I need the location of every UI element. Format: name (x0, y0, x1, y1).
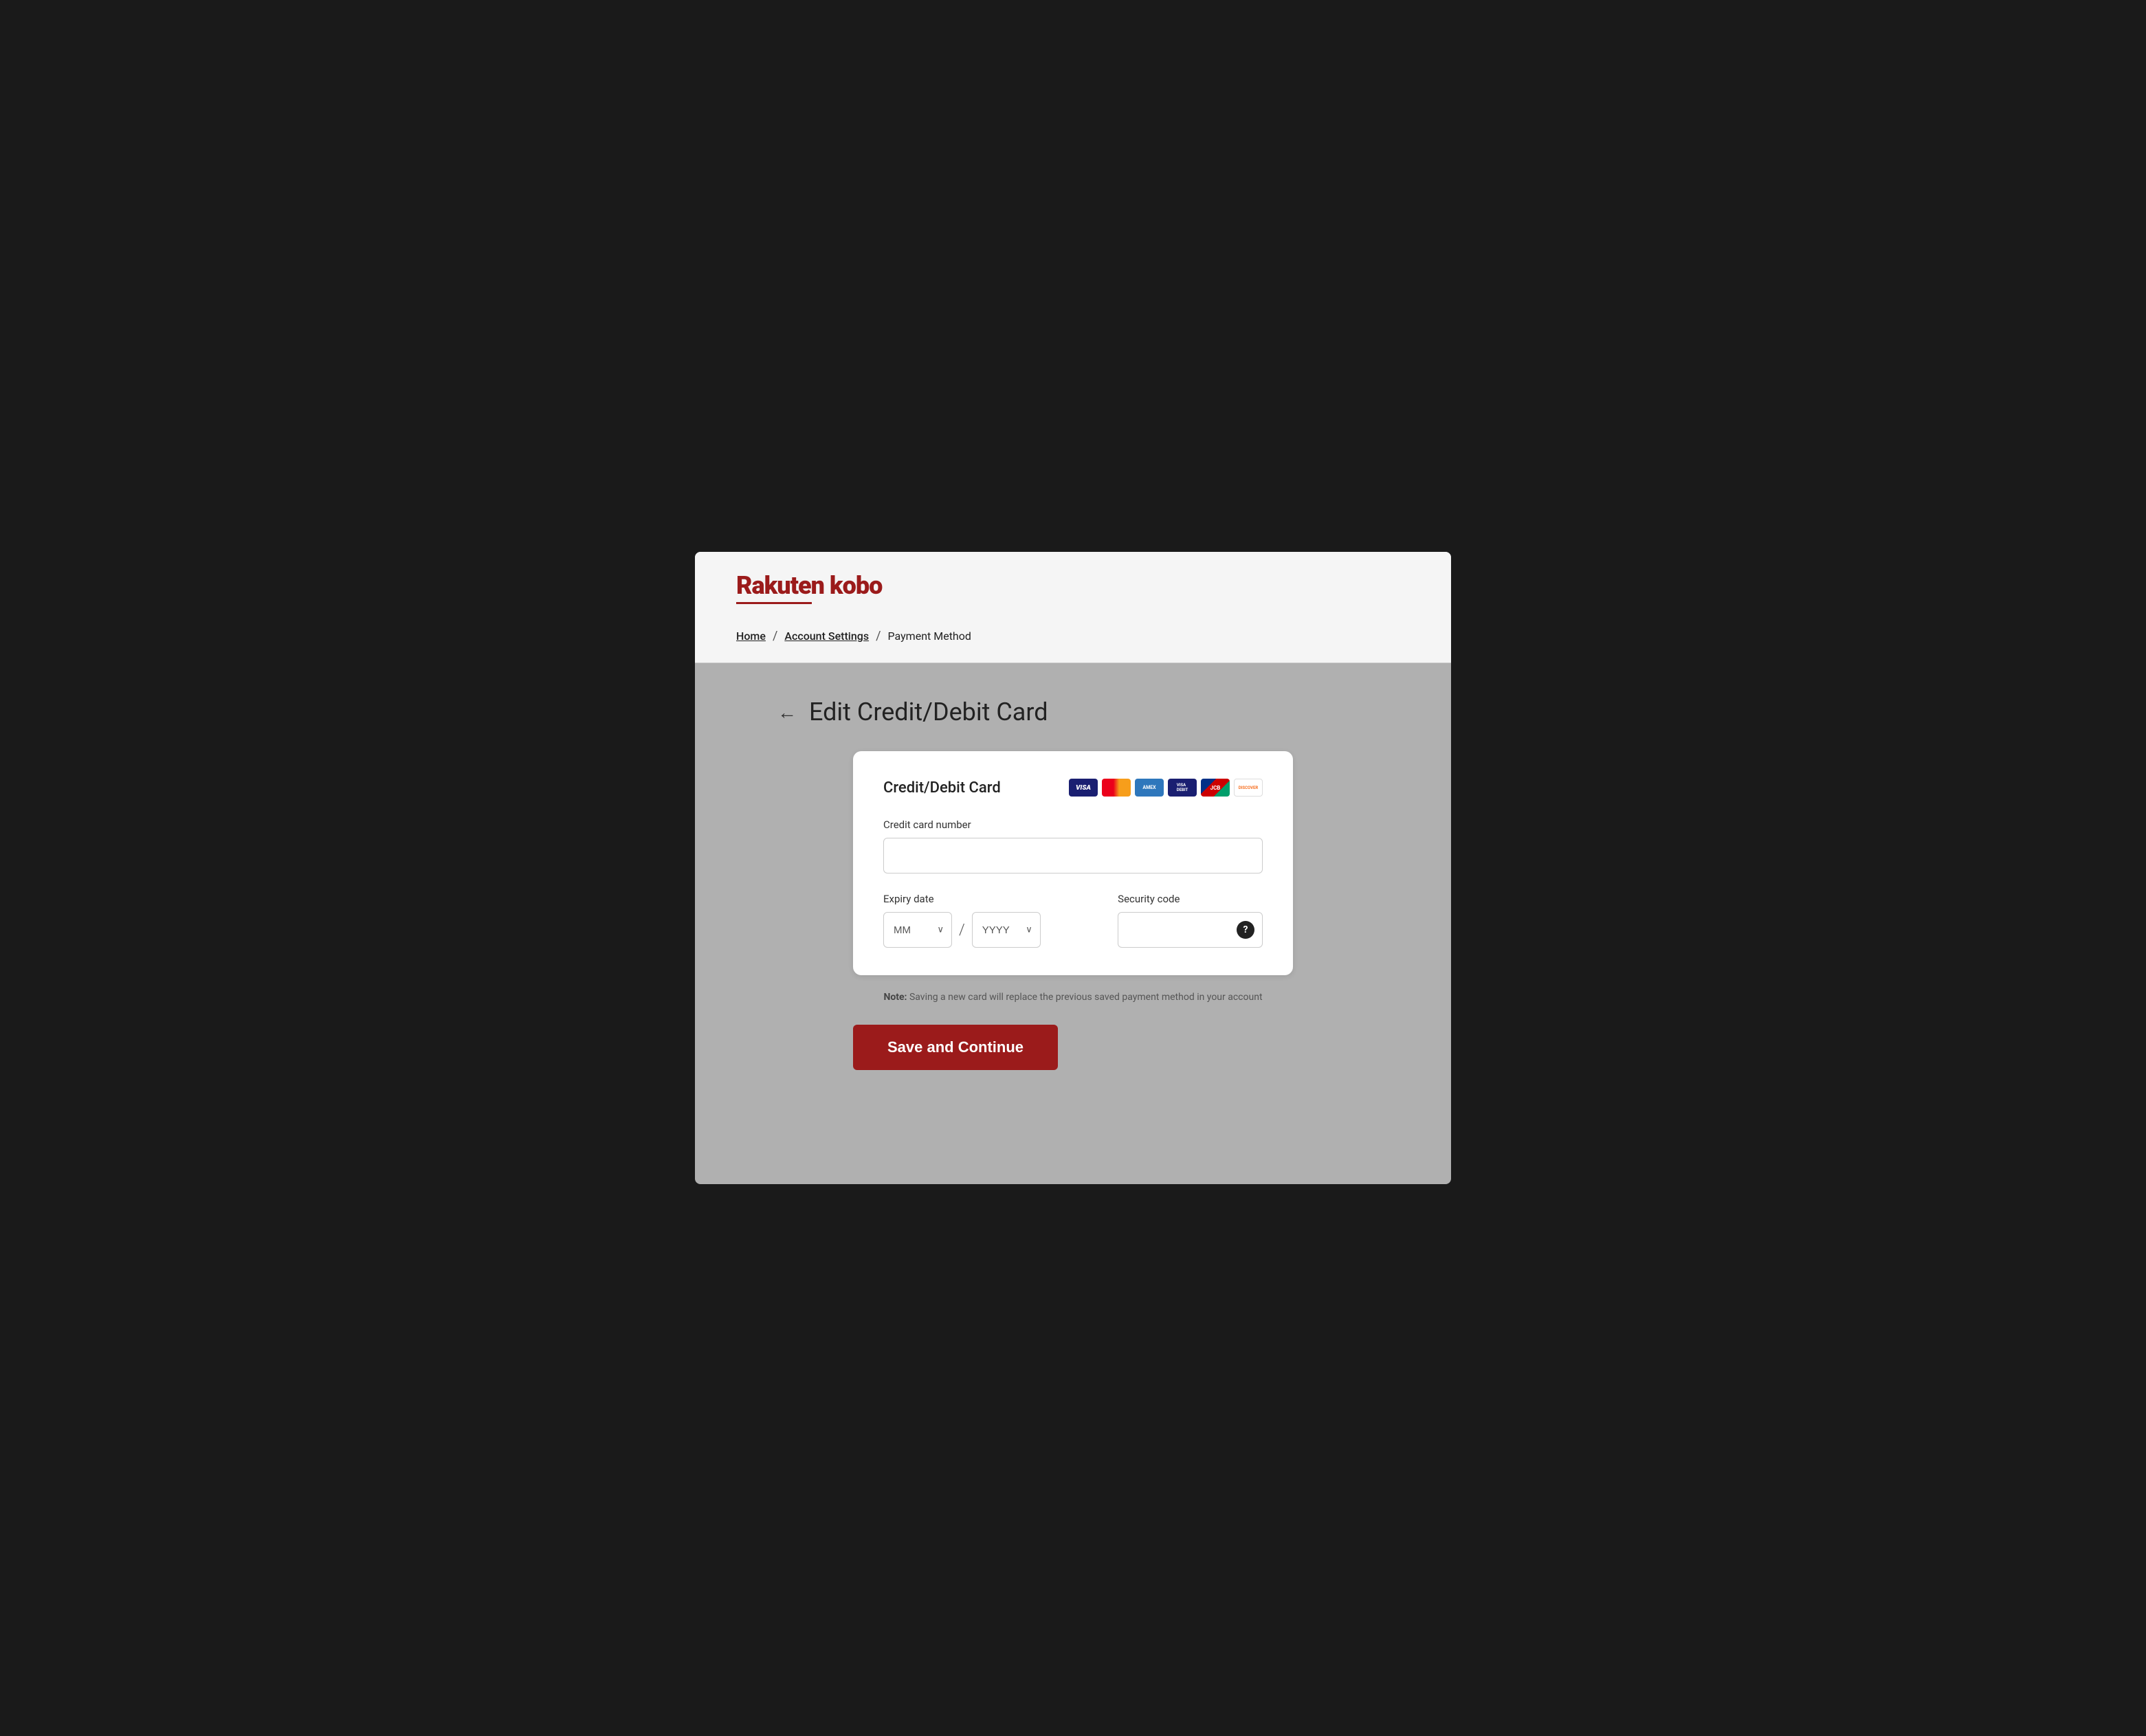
breadcrumb-payment-method: Payment Method (888, 630, 971, 643)
expiry-section: Expiry date MM 01 02 03 04 05 06 (883, 893, 1090, 948)
security-section: Security code ? (1118, 893, 1263, 948)
logo[interactable]: Rakuten kobo (736, 571, 1410, 604)
page-title-row: ← Edit Credit/Debit Card (777, 698, 1410, 726)
security-help-button[interactable]: ? (1237, 921, 1254, 939)
credit-card-number-label: Credit card number (883, 819, 1263, 831)
expiry-year-wrapper: YYYY 2024 2025 2026 2027 2028 2029 2030 … (972, 912, 1041, 948)
credit-card-number-input[interactable] (883, 838, 1263, 873)
payment-logos: VISA AMEX VISADEBIT JCB DISCOVER (1069, 779, 1263, 797)
page-title: Edit Credit/Debit Card (809, 698, 1048, 726)
visa-debit-logo: VISADEBIT (1168, 779, 1197, 797)
expiry-security-row: Expiry date MM 01 02 03 04 05 06 (883, 893, 1263, 948)
card-form-title: Credit/Debit Card (883, 779, 1001, 797)
logo-text: Rakuten kobo (736, 571, 1410, 600)
security-code-label: Security code (1118, 893, 1263, 905)
discover-logo: DISCOVER (1234, 779, 1263, 797)
logo-underline (736, 602, 812, 604)
note-body: Saving a new card will replace the previ… (909, 992, 1263, 1003)
breadcrumb-account-settings[interactable]: Account Settings (784, 630, 869, 643)
expiry-year-select[interactable]: YYYY 2024 2025 2026 2027 2028 2029 2030 … (972, 912, 1041, 948)
breadcrumb-separator-1: / (773, 629, 777, 643)
credit-card-number-field: Credit card number (883, 819, 1263, 893)
expiry-label: Expiry date (883, 893, 1090, 905)
breadcrumb-home[interactable]: Home (736, 630, 766, 643)
back-arrow-button[interactable]: ← (777, 701, 797, 724)
save-continue-button[interactable]: Save and Continue (853, 1025, 1058, 1070)
expiry-slash: / (959, 922, 965, 939)
note-text: Note: Saving a new card will replace the… (853, 992, 1293, 1003)
mastercard-logo (1102, 779, 1131, 797)
amex-logo: AMEX (1135, 779, 1164, 797)
breadcrumb: Home / Account Settings / Payment Method (736, 618, 1410, 649)
card-form-container: Credit/Debit Card VISA AMEX VISADEBIT JC… (853, 751, 1293, 975)
jcb-logo: JCB (1201, 779, 1230, 797)
page-container: Rakuten kobo Home / Account Settings / P… (695, 552, 1451, 1184)
breadcrumb-separator-2: / (876, 629, 881, 643)
expiry-month-select[interactable]: MM 01 02 03 04 05 06 07 08 09 10 (883, 912, 952, 948)
main-content: ← Edit Credit/Debit Card Credit/Debit Ca… (695, 663, 1451, 1111)
note-prefix: Note: (883, 992, 907, 1003)
header: Rakuten kobo Home / Account Settings / P… (695, 552, 1451, 663)
expiry-inputs: MM 01 02 03 04 05 06 07 08 09 10 (883, 912, 1090, 948)
expiry-month-wrapper: MM 01 02 03 04 05 06 07 08 09 10 (883, 912, 952, 948)
card-form-header: Credit/Debit Card VISA AMEX VISADEBIT JC… (883, 779, 1263, 797)
security-input-wrapper: ? (1118, 912, 1263, 948)
visa-logo: VISA (1069, 779, 1098, 797)
bottom-section: Note: Saving a new card will replace the… (853, 992, 1293, 1070)
